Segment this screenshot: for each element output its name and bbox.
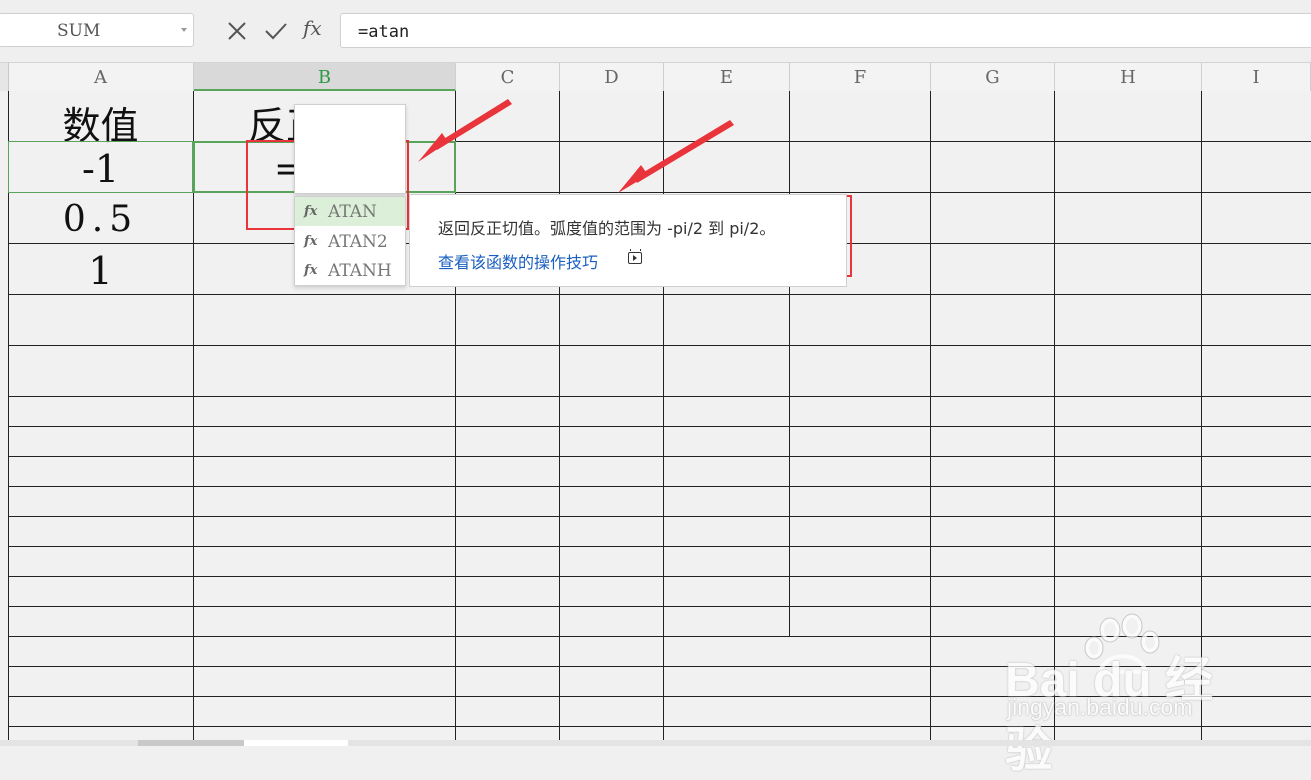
baidu-jingyan-watermark: Bai du 经验 jingyan.baidu.com xyxy=(1005,613,1255,777)
arrow-head-cell xyxy=(418,133,448,162)
arrow-to-tooltip xyxy=(634,120,734,183)
sheet-tab[interactable] xyxy=(244,740,348,746)
scrollbar-thumb[interactable] xyxy=(138,740,244,746)
watermark-url: jingyan.baidu.com xyxy=(1007,694,1193,720)
